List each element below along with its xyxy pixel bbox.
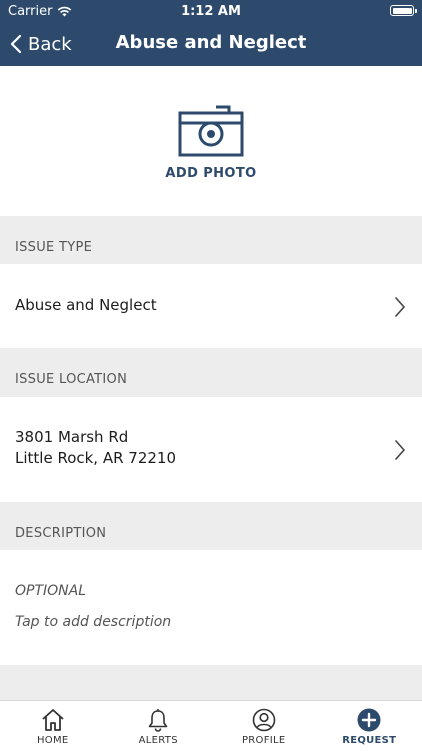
bell-icon	[146, 708, 170, 732]
issue-type-header-label: ISSUE TYPE	[15, 240, 92, 255]
tab-profile[interactable]: PROFILE	[211, 701, 317, 751]
page-title: Abuse and Neglect	[0, 32, 422, 53]
description-placeholder: Tap to add description	[15, 614, 171, 630]
address-line-1: 3801 Marsh Rd	[15, 427, 176, 448]
issue-location-header-label: ISSUE LOCATION	[15, 372, 127, 387]
status-bar: Carrier 1:12 AM	[0, 0, 422, 22]
chevron-right-icon	[394, 439, 406, 461]
tab-request-label: REQUEST	[342, 735, 396, 746]
description-header: DESCRIPTION	[0, 502, 422, 550]
tab-alerts[interactable]: ALERTS	[106, 701, 212, 751]
issue-location-header: ISSUE LOCATION	[0, 348, 422, 396]
camera-icon	[178, 104, 244, 158]
issue-location-row[interactable]: 3801 Marsh Rd Little Rock, AR 72210	[0, 397, 422, 502]
description-optional-label: OPTIONAL	[15, 583, 86, 599]
profile-icon	[252, 708, 276, 732]
clock: 1:12 AM	[0, 4, 422, 19]
tab-home[interactable]: HOME	[0, 701, 106, 751]
tab-bar: HOME ALERTS PROFILE REQUEST	[0, 700, 422, 751]
add-photo-button[interactable]: ADD PHOTO	[0, 104, 422, 181]
address-line-2: Little Rock, AR 72210	[15, 448, 176, 469]
tab-request[interactable]: REQUEST	[317, 701, 422, 751]
description-header-label: DESCRIPTION	[15, 526, 106, 541]
add-photo-label: ADD PHOTO	[165, 166, 256, 181]
home-icon	[40, 708, 66, 732]
description-field[interactable]: OPTIONAL Tap to add description	[0, 550, 422, 665]
tab-profile-label: PROFILE	[242, 735, 286, 746]
issue-type-row[interactable]: Abuse and Neglect	[0, 264, 422, 348]
plus-circle-icon	[357, 708, 381, 732]
tab-alerts-label: ALERTS	[139, 735, 178, 746]
tab-home-label: HOME	[37, 735, 69, 746]
battery-icon	[390, 5, 414, 16]
issue-type-value: Abuse and Neglect	[15, 295, 157, 316]
photo-section: ADD PHOTO	[0, 66, 422, 216]
app-header: Carrier 1:12 AM Back Abuse and Neglect	[0, 0, 422, 66]
issue-location-address: 3801 Marsh Rd Little Rock, AR 72210	[15, 427, 176, 469]
navigation-bar: Back Abuse and Neglect	[0, 22, 422, 66]
issue-type-header: ISSUE TYPE	[0, 216, 422, 264]
chevron-right-icon	[394, 296, 406, 318]
